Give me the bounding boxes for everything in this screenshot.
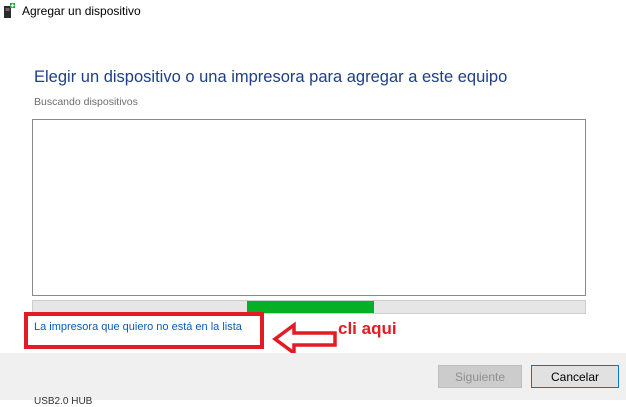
left-arrow-icon [272,321,337,357]
annotation-text: cli aqui [338,319,397,338]
page-heading: Elegir un dispositivo o una impresora pa… [34,68,508,86]
window-title: Agregar un dispositivo [22,4,141,18]
dialog-footer: Siguiente Cancelar [0,353,626,400]
background-window-text: USB2.0 HUB [34,396,93,407]
add-device-icon [4,3,15,18]
device-list[interactable] [32,119,586,296]
search-status: Buscando dispositivos [34,96,138,108]
annotation-highlight-box [24,312,264,349]
cancel-button[interactable]: Cancelar [531,365,619,388]
title-bar: Agregar un dispositivo [0,0,626,26]
progress-fill [247,301,374,313]
next-button[interactable]: Siguiente [438,365,522,388]
